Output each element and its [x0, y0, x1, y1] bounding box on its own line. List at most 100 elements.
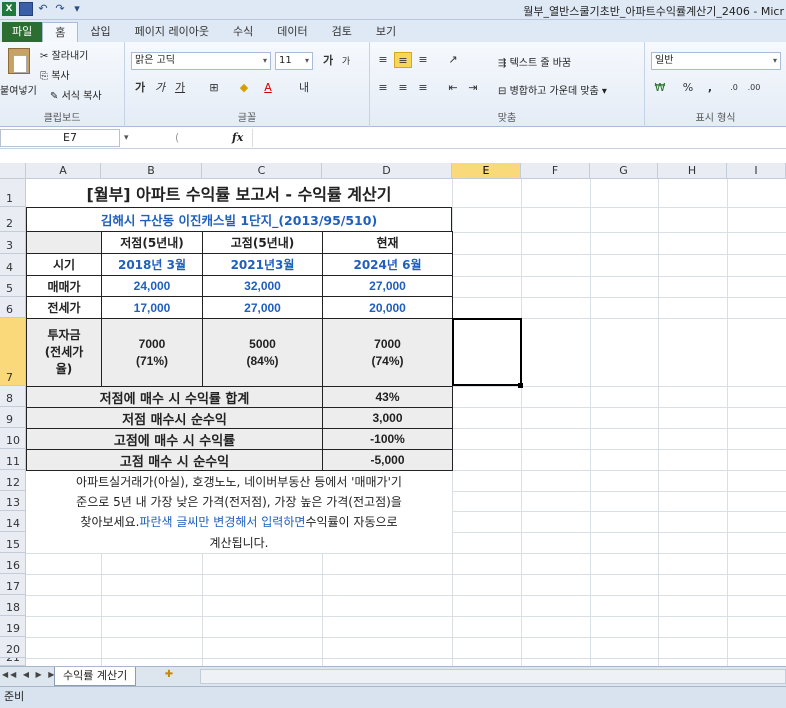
percent-button[interactable]: % — [679, 80, 697, 96]
tab-page-layout[interactable]: 페이지 레이아웃 — [123, 22, 221, 42]
row-header[interactable]: 5 — [0, 276, 26, 297]
font-size-combo[interactable]: 11 ▾ — [275, 52, 313, 70]
row-label-period[interactable]: 시기 — [26, 253, 102, 276]
investment-high-cell[interactable]: 5000 (84%) — [202, 318, 323, 387]
investment-low-cell[interactable]: 7000 (71%) — [101, 318, 203, 387]
redo-icon[interactable]: ↷ — [53, 2, 67, 16]
fill-color-icon[interactable]: ◆ — [235, 80, 253, 96]
phonetic-icon[interactable]: 내 — [295, 80, 313, 96]
jeonse-low-cell[interactable]: 17,000 — [101, 296, 203, 319]
summary-label-low-profit[interactable]: 저점 매수시 순수익 — [26, 407, 323, 429]
save-icon[interactable] — [19, 2, 33, 16]
copy-button[interactable]: ⎘ 복사 — [40, 67, 70, 82]
wrap-text-button[interactable]: ⇶ 텍스트 줄 바꿈 — [498, 54, 571, 69]
excel-icon[interactable]: X — [2, 2, 16, 16]
tab-view[interactable]: 보기 — [364, 22, 408, 42]
note-line-1[interactable]: 아파트실거래가(아실), 호갱노노, 네이버부동산 등에서 '매매가'기 — [26, 471, 452, 491]
sale-low-cell[interactable]: 24,000 — [101, 275, 203, 297]
apartment-subtitle[interactable]: 김해시 구산동 이진캐스빌 1단지_(2013/95/510) — [26, 207, 452, 232]
row-header[interactable]: 19 — [0, 616, 26, 637]
report-title[interactable]: [월부] 아파트 수익률 보고서 - 수익률 계산기 — [26, 179, 452, 207]
tab-home[interactable]: 홈 — [42, 22, 79, 42]
bold-button[interactable]: 가 — [131, 80, 149, 96]
increase-indent-icon[interactable]: ⇥ — [464, 80, 482, 96]
row-header[interactable]: 14 — [0, 511, 26, 532]
tab-insert[interactable]: 삽입 — [78, 22, 122, 42]
row-header[interactable]: 9 — [0, 407, 26, 428]
decrease-indent-icon[interactable]: ⇤ — [444, 80, 462, 96]
column-header-g[interactable]: G — [590, 163, 658, 179]
column-header-f[interactable]: F — [521, 163, 590, 179]
sheet-tab-calculator[interactable]: 수익률 계산기 — [54, 667, 137, 686]
period-high-cell[interactable]: 2021년3월 — [202, 253, 323, 276]
column-header-b[interactable]: B — [101, 163, 202, 179]
row-header[interactable]: 15 — [0, 532, 26, 553]
investment-current-cell[interactable]: 7000 (74%) — [322, 318, 453, 387]
row-label-jeonse[interactable]: 전세가 — [26, 296, 102, 319]
borders-icon[interactable]: ⊞ — [205, 80, 223, 96]
fill-handle[interactable] — [518, 383, 523, 388]
row-label-investment[interactable]: 투자금 (전세가율) — [26, 318, 102, 387]
note-line-4[interactable]: 계산됩니다. — [26, 532, 452, 553]
summary-value-low-profit[interactable]: 3,000 — [322, 407, 453, 429]
row-header[interactable]: 7 — [0, 318, 26, 386]
font-name-combo[interactable]: 맑은 고딕 ▾ — [131, 52, 271, 70]
jeonse-high-cell[interactable]: 27,000 — [202, 296, 323, 319]
active-cell-e7[interactable] — [452, 318, 522, 386]
align-top-icon[interactable]: ≡ — [374, 52, 392, 68]
italic-button[interactable]: 가 — [151, 80, 169, 96]
comma-button[interactable]: , — [701, 80, 719, 96]
column-header-i[interactable]: I — [727, 163, 786, 179]
row-header[interactable]: 20 — [0, 637, 26, 658]
column-header-d[interactable]: D — [322, 163, 452, 179]
insert-function-icon[interactable]: fx — [232, 129, 243, 147]
row-header[interactable]: 16 — [0, 553, 26, 574]
align-bottom-icon[interactable]: ≡ — [414, 52, 432, 68]
number-format-combo[interactable]: 일반 ▾ — [651, 52, 781, 70]
period-current-cell[interactable]: 2024년 6월 — [322, 253, 453, 276]
period-low-cell[interactable]: 2018년 3월 — [101, 253, 203, 276]
paste-icon[interactable] — [8, 48, 30, 74]
summary-label-high-return[interactable]: 고점에 매수 시 수익률 — [26, 428, 323, 450]
row-header[interactable]: 2 — [0, 207, 26, 232]
increase-decimal-icon[interactable]: .0 — [725, 80, 743, 96]
font-color-icon[interactable]: A — [259, 80, 277, 96]
summary-value-high-return[interactable]: -100% — [322, 428, 453, 450]
column-header-a[interactable]: A — [26, 163, 101, 179]
jeonse-current-cell[interactable]: 20,000 — [322, 296, 453, 319]
row-header[interactable]: 6 — [0, 297, 26, 318]
tab-file[interactable]: 파일 — [2, 22, 43, 42]
shrink-font-button[interactable]: 가 — [337, 54, 355, 70]
horizontal-scrollbar[interactable] — [200, 669, 786, 684]
underline-button[interactable]: 가 — [171, 80, 189, 96]
row-header[interactable]: 11 — [0, 449, 26, 470]
sale-high-cell[interactable]: 32,000 — [202, 275, 323, 297]
tab-data[interactable]: 데이터 — [265, 22, 319, 42]
row-header[interactable]: 12 — [0, 470, 26, 491]
row-header[interactable]: 1 — [0, 179, 26, 207]
note-line-2[interactable]: 준으로 5년 내 가장 낮은 가격(전저점), 가장 높은 가격(전고점)을 — [26, 491, 452, 511]
chevron-down-icon[interactable]: ▾ — [124, 129, 129, 147]
align-right-icon[interactable]: ≡ — [414, 80, 432, 96]
tab-review[interactable]: 검토 — [320, 22, 364, 42]
tab-formulas[interactable]: 수식 — [221, 22, 265, 42]
undo-icon[interactable]: ↶ — [36, 2, 50, 16]
header-empty-cell[interactable] — [26, 231, 102, 254]
summary-label-high-profit[interactable]: 고점 매수 시 순수익 — [26, 449, 323, 471]
note-line-3[interactable]: 찾아보세요. 파란색 글씨만 변경해서 입력하면 수익률이 자동으로 — [26, 511, 452, 532]
column-header-e[interactable]: E — [452, 163, 521, 179]
summary-label-low-return[interactable]: 저점에 매수 시 수익률 합계 — [26, 386, 323, 408]
cut-button[interactable]: ✂ 잘라내기 — [40, 47, 88, 62]
row-header[interactable]: 13 — [0, 491, 26, 511]
row-header[interactable]: 18 — [0, 595, 26, 616]
header-high[interactable]: 고점(5년내) — [202, 231, 323, 254]
row-label-sale-price[interactable]: 매매가 — [26, 275, 102, 297]
grow-font-button[interactable]: 가 — [319, 53, 337, 69]
name-box[interactable]: E7 — [0, 129, 120, 147]
select-all-corner[interactable] — [0, 163, 26, 179]
align-middle-icon[interactable]: ≡ — [394, 52, 412, 68]
align-center-icon[interactable]: ≡ — [394, 80, 412, 96]
header-low[interactable]: 저점(5년내) — [101, 231, 203, 254]
sale-current-cell[interactable]: 27,000 — [322, 275, 453, 297]
decrease-decimal-icon[interactable]: .00 — [745, 80, 763, 96]
